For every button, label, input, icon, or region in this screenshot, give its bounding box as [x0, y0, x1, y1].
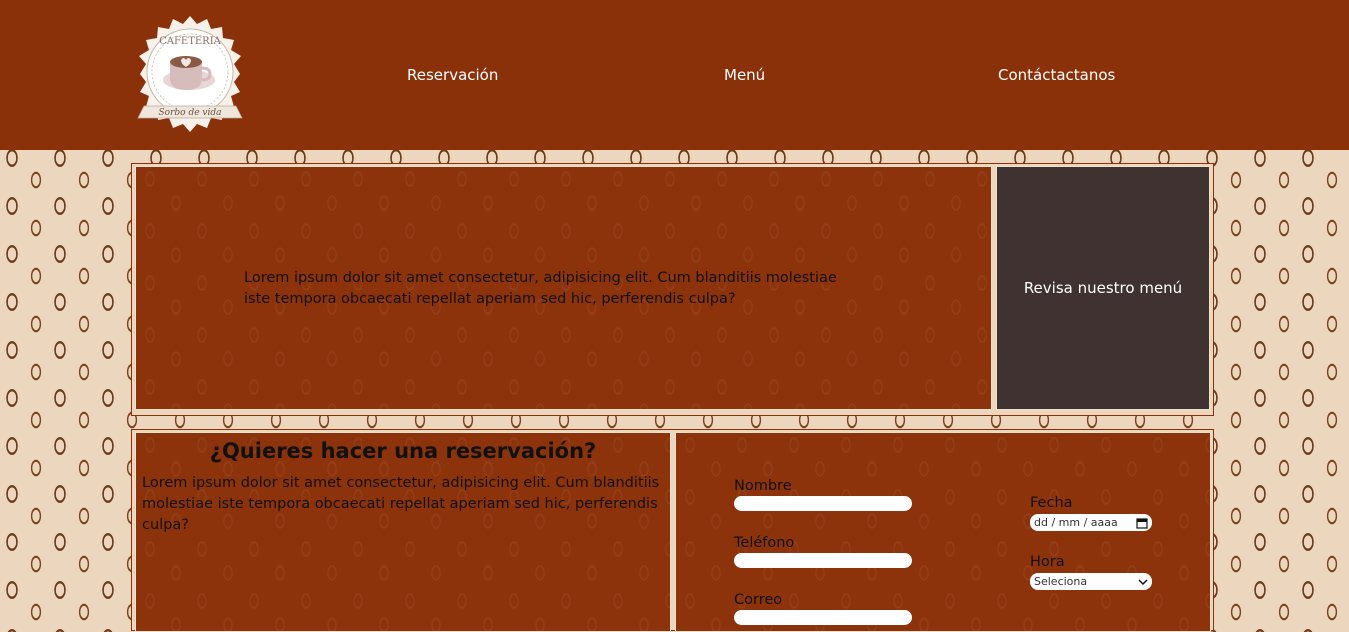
- name-label: Nombre: [734, 478, 792, 494]
- date-label: Fecha: [1030, 495, 1073, 511]
- time-selected-value: Seleciona: [1034, 575, 1088, 588]
- chevron-down-icon: [1138, 578, 1148, 585]
- cafe-logo[interactable]: CAFETERIA Sorbo de vida: [130, 14, 250, 134]
- name-input[interactable]: [734, 496, 912, 511]
- reservation-info-box: ¿Quieres hacer una reservación? Lorem ip…: [135, 432, 671, 632]
- menu-cta-label: Revisa nuestro menú: [1023, 279, 1183, 297]
- logo-badge-icon: CAFETERIA Sorbo de vida: [137, 16, 243, 132]
- menu-cta-button[interactable]: Revisa nuestro menú: [996, 166, 1210, 410]
- phone-input[interactable]: [734, 553, 912, 568]
- nav-reservacion-link[interactable]: Reservación: [407, 66, 498, 84]
- phone-label: Teléfono: [734, 535, 795, 551]
- nav-contacto-link[interactable]: Contáctactanos: [998, 66, 1115, 84]
- logo-bottom-text: Sorbo de vida: [159, 108, 222, 118]
- email-label: Correo: [734, 592, 783, 608]
- site-header: CAFETERIA Sorbo de vida Reservación Menú…: [0, 0, 1349, 150]
- time-select[interactable]: Seleciona: [1030, 573, 1152, 590]
- reservation-form: Nombre Teléfono Correo Fecha dd / mm / a…: [675, 432, 1211, 632]
- logo-top-text: CAFETERIA: [159, 36, 222, 47]
- hero-box: Lorem ipsum dolor sit amet consectetur, …: [135, 166, 992, 410]
- nav-menu-link[interactable]: Menú: [724, 66, 765, 84]
- reservation-title: ¿Quieres hacer una reservación?: [209, 439, 597, 463]
- email-input[interactable]: [734, 610, 912, 625]
- calendar-icon[interactable]: [1136, 517, 1148, 529]
- date-input[interactable]: dd / mm / aaaa: [1030, 514, 1152, 531]
- reservation-text: Lorem ipsum dolor sit amet consectetur, …: [142, 475, 660, 533]
- time-label: Hora: [1030, 554, 1065, 570]
- hero-text: Lorem ipsum dolor sit amet consectetur, …: [244, 270, 837, 307]
- date-placeholder: dd / mm / aaaa: [1034, 516, 1118, 529]
